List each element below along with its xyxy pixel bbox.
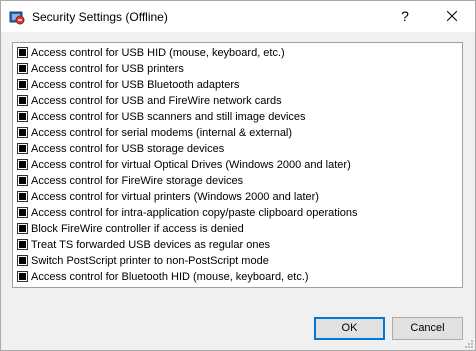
- checkbox[interactable]: [17, 95, 28, 106]
- option-label: Access control for virtual Optical Drive…: [31, 159, 351, 171]
- resize-grip-icon[interactable]: [462, 337, 473, 348]
- option-label: Access control for USB storage devices: [31, 143, 225, 155]
- checkbox[interactable]: [17, 271, 28, 282]
- checkbox[interactable]: [17, 111, 28, 122]
- checkbox[interactable]: [17, 223, 28, 234]
- option-label: Access control for USB HID (mouse, keybo…: [31, 47, 285, 59]
- title-bar[interactable]: Security Settings (Offline) ?: [1, 1, 475, 32]
- close-icon: [447, 11, 457, 21]
- checkbox[interactable]: [17, 159, 28, 170]
- option-label: Switch PostScript printer to non-PostScr…: [31, 255, 269, 267]
- security-settings-dialog: Security Settings (Offline) ? Access con…: [0, 0, 476, 351]
- checkbox[interactable]: [17, 191, 28, 202]
- option-label: Access control for USB Bluetooth adapter…: [31, 79, 240, 91]
- checkbox[interactable]: [17, 207, 28, 218]
- option-label: Treat TS forwarded USB devices as regula…: [31, 239, 271, 251]
- option-label: Access control for USB and FireWire netw…: [31, 95, 282, 107]
- options-checklist[interactable]: Access control for USB HID (mouse, keybo…: [12, 42, 463, 288]
- checkbox[interactable]: [17, 79, 28, 90]
- security-shield-icon: [9, 9, 25, 25]
- cancel-button[interactable]: Cancel: [392, 317, 463, 340]
- checkbox[interactable]: [17, 143, 28, 154]
- option-label: Access control for USB scanners and stil…: [31, 111, 306, 123]
- option-label: Access control for FireWire storage devi…: [31, 175, 244, 187]
- option-label: Access control for intra-application cop…: [31, 207, 358, 219]
- option-label: Access control for serial modems (intern…: [31, 127, 293, 139]
- close-button[interactable]: [429, 1, 475, 32]
- help-button[interactable]: ?: [382, 1, 428, 32]
- window-title: Security Settings (Offline): [32, 10, 168, 24]
- checkbox[interactable]: [17, 47, 28, 58]
- checkbox[interactable]: [17, 127, 28, 138]
- option-label: Block FireWire controller if access is d…: [31, 223, 244, 235]
- option-label: Access control for USB printers: [31, 63, 184, 75]
- checkbox[interactable]: [17, 175, 28, 186]
- checkbox[interactable]: [17, 239, 28, 250]
- option-label: Access control for virtual printers (Win…: [31, 191, 319, 203]
- checkbox[interactable]: [17, 255, 28, 266]
- ok-button[interactable]: OK: [314, 317, 385, 340]
- checkbox[interactable]: [17, 63, 28, 74]
- option-label: Access control for Bluetooth HID (mouse,…: [31, 271, 309, 283]
